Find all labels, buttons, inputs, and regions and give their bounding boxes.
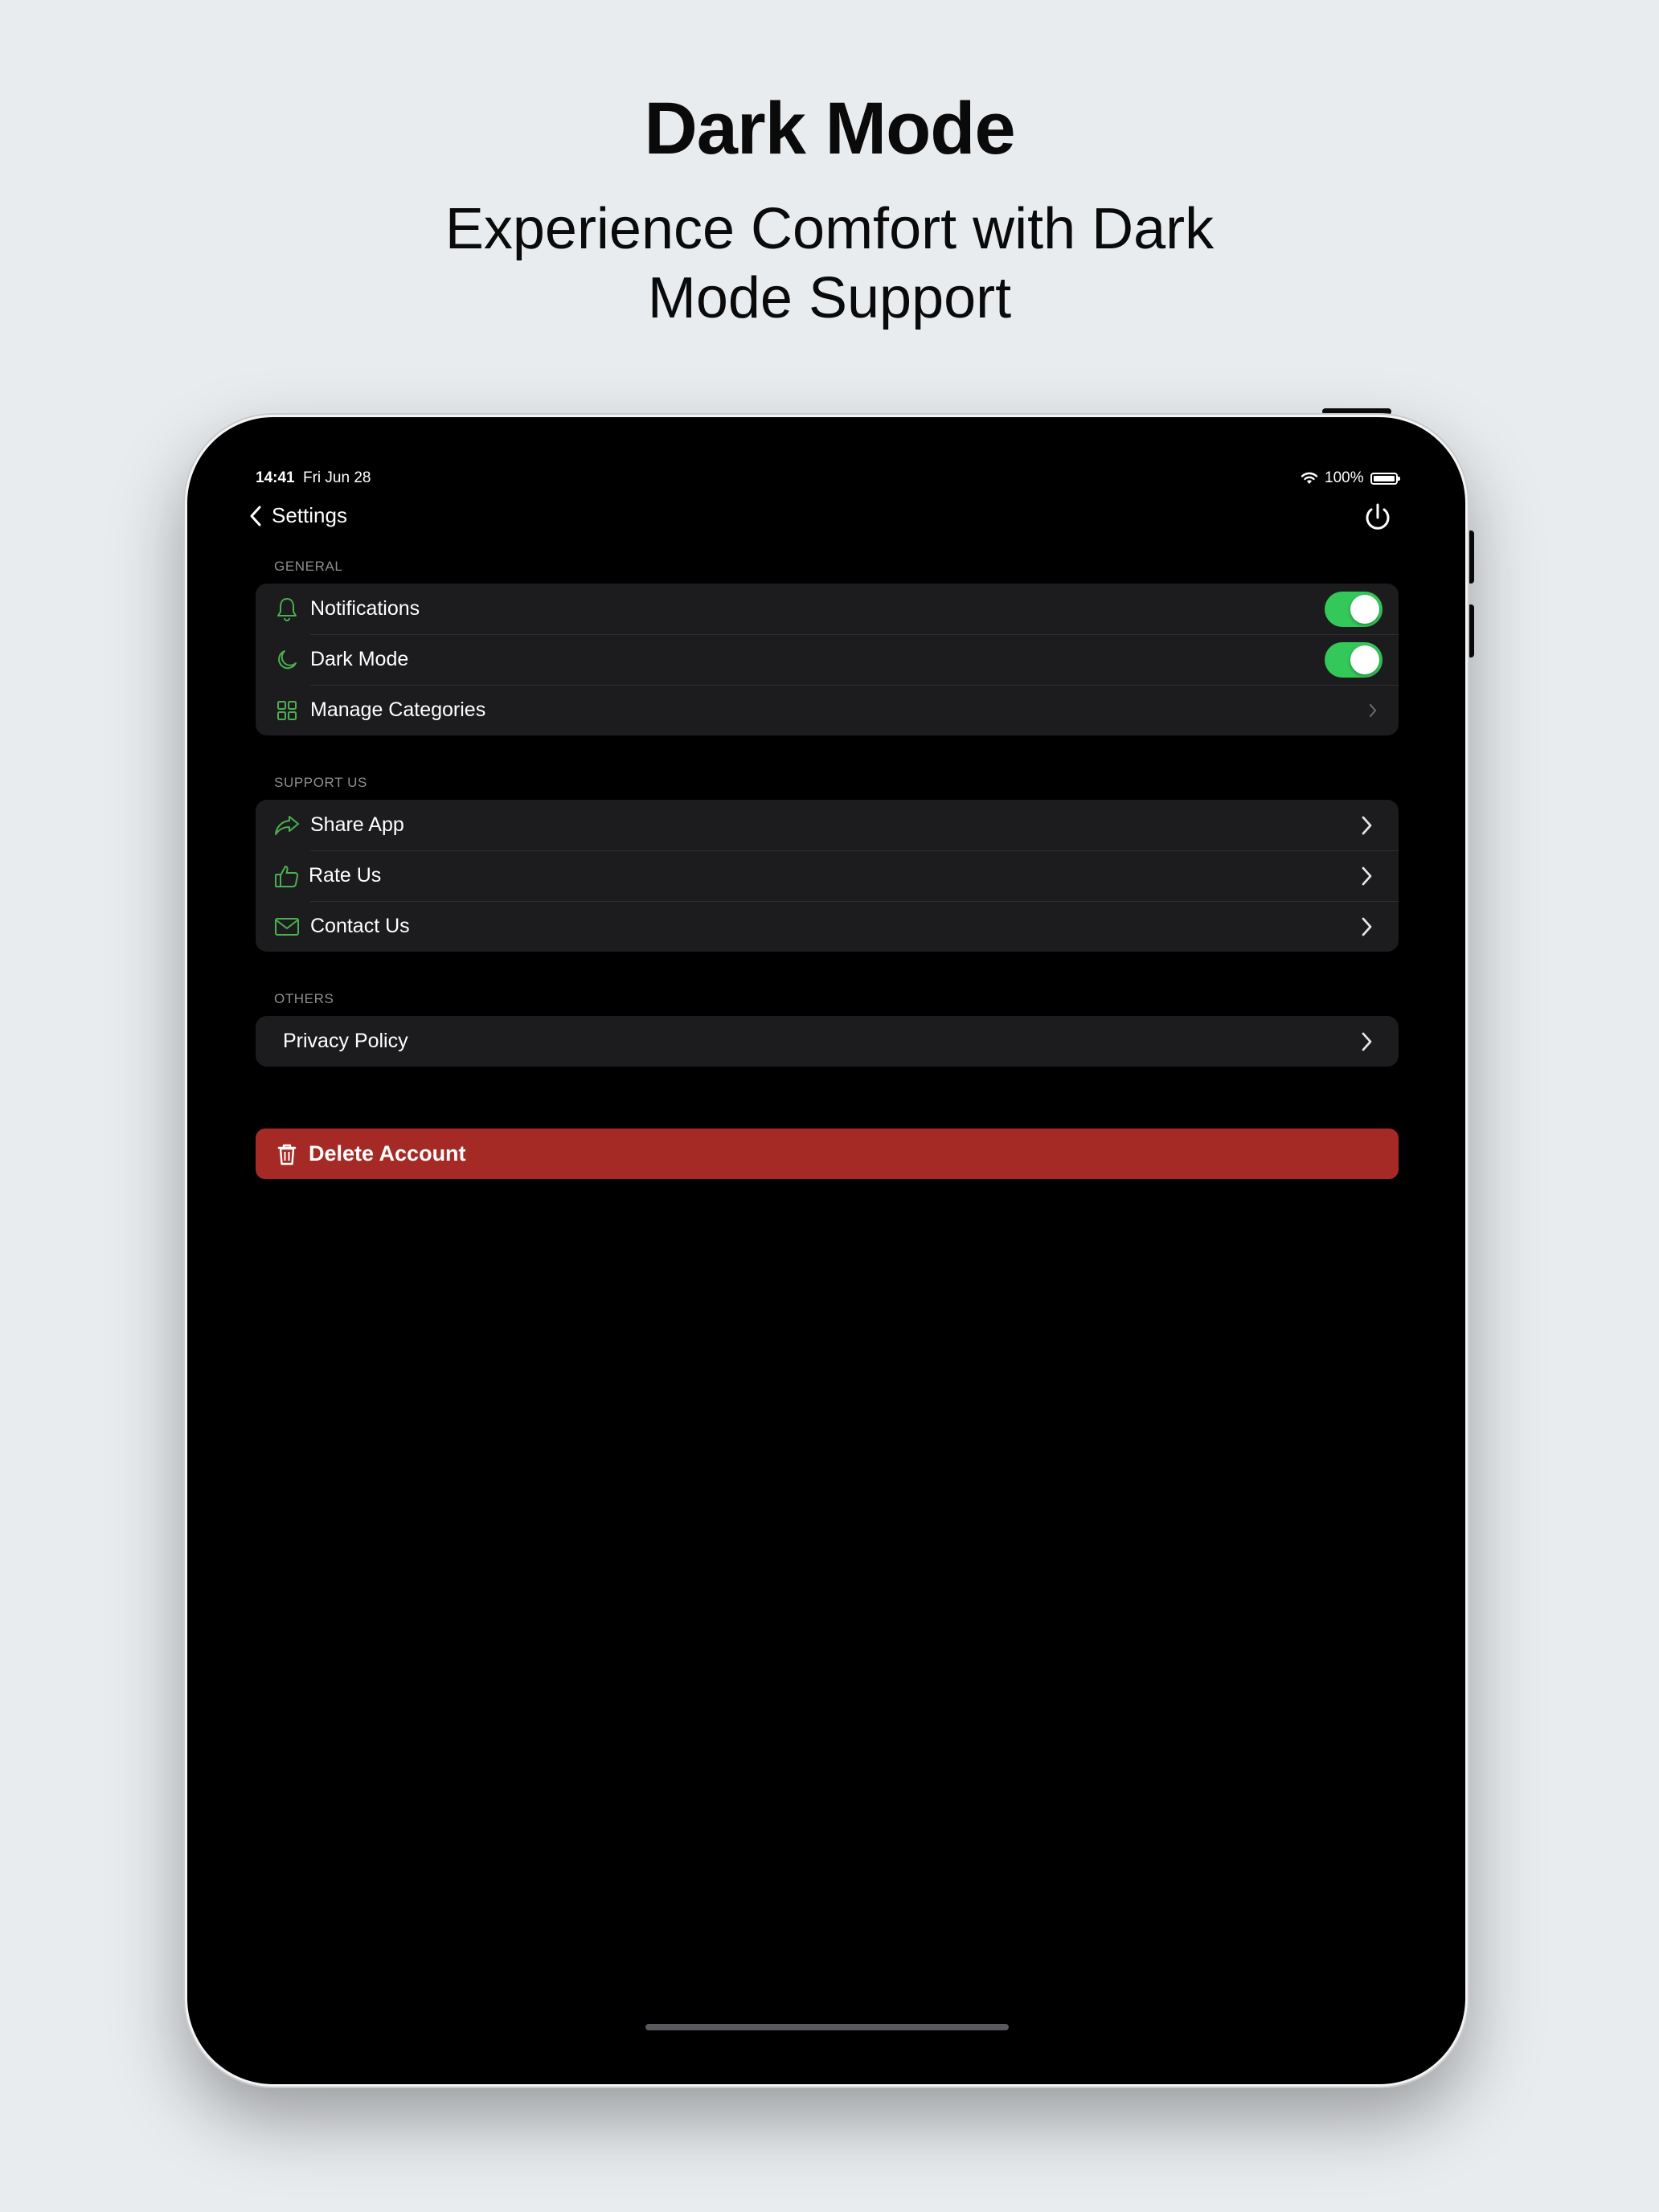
dark-mode-toggle[interactable] bbox=[1325, 641, 1382, 678]
back-button-label: Settings bbox=[272, 503, 347, 527]
settings-row-dark-mode[interactable]: Dark Mode bbox=[256, 634, 1399, 685]
thumbs-up-icon bbox=[273, 862, 301, 890]
settings-group-others: Privacy Policy bbox=[256, 1016, 1399, 1067]
hero-title: Dark Mode bbox=[644, 88, 1015, 170]
wifi-icon bbox=[1301, 472, 1318, 484]
delete-account-label: Delete Account bbox=[309, 1141, 466, 1165]
bell-icon bbox=[273, 596, 301, 623]
settings-group-general: Notifications Dark Mode Manage Categorie… bbox=[256, 584, 1399, 735]
chevron-right-icon bbox=[1362, 816, 1372, 834]
status-indicators: 100% bbox=[1301, 469, 1400, 487]
delete-account-button[interactable]: Delete Account bbox=[256, 1129, 1399, 1179]
battery-icon bbox=[1370, 472, 1400, 485]
section-header-others: OTHERS bbox=[274, 991, 334, 1006]
status-time: 14:41 bbox=[256, 469, 295, 486]
notifications-label: Notifications bbox=[310, 597, 420, 620]
share-app-label: Share App bbox=[310, 813, 404, 836]
hero-subtitle: Experience Comfort with Dark Mode Suppor… bbox=[444, 197, 1215, 330]
notifications-toggle[interactable] bbox=[1325, 591, 1382, 627]
back-button[interactable]: Settings bbox=[249, 503, 347, 528]
contact-us-label: Contact Us bbox=[310, 915, 410, 937]
power-icon bbox=[1366, 503, 1390, 530]
tablet-volume-up-button bbox=[1468, 530, 1474, 584]
chevron-right-icon bbox=[1362, 866, 1372, 885]
settings-group-support-us: Share App Rate Us Contact Us bbox=[256, 800, 1399, 952]
privacy-policy-label: Privacy Policy bbox=[283, 1030, 408, 1052]
status-date: Fri Jun 28 bbox=[303, 469, 371, 486]
battery-percentage: 100% bbox=[1325, 469, 1364, 486]
settings-row-privacy-policy[interactable]: Privacy Policy bbox=[256, 1016, 1399, 1067]
settings-row-share-app[interactable]: Share App bbox=[256, 800, 1399, 850]
home-indicator[interactable] bbox=[645, 2024, 1009, 2030]
section-header-support-us: SUPPORT US bbox=[274, 775, 367, 790]
trash-icon bbox=[273, 1141, 301, 1168]
chevron-right-icon bbox=[1362, 917, 1372, 936]
chevron-right-icon bbox=[1362, 1032, 1372, 1051]
tablet-volume-down-button bbox=[1468, 604, 1474, 657]
manage-categories-label: Manage Categories bbox=[310, 698, 486, 721]
chevron-left-icon bbox=[250, 506, 261, 526]
settings-row-notifications[interactable]: Notifications bbox=[256, 584, 1399, 634]
power-button[interactable] bbox=[1360, 500, 1395, 535]
tablet-top-button bbox=[1322, 408, 1391, 415]
moon-icon bbox=[273, 646, 301, 674]
section-header-general: GENERAL bbox=[274, 559, 343, 574]
rate-us-label: Rate Us bbox=[309, 864, 382, 887]
settings-row-manage-categories[interactable]: Manage Categories bbox=[256, 685, 1399, 735]
dark-mode-label: Dark Mode bbox=[310, 648, 409, 670]
share-arrow-icon bbox=[273, 812, 301, 839]
envelope-icon bbox=[273, 913, 301, 940]
chevron-right-icon bbox=[1369, 703, 1377, 717]
grid-icon bbox=[273, 697, 301, 724]
settings-row-contact-us[interactable]: Contact Us bbox=[256, 901, 1399, 952]
settings-row-rate-us[interactable]: Rate Us bbox=[256, 850, 1399, 901]
